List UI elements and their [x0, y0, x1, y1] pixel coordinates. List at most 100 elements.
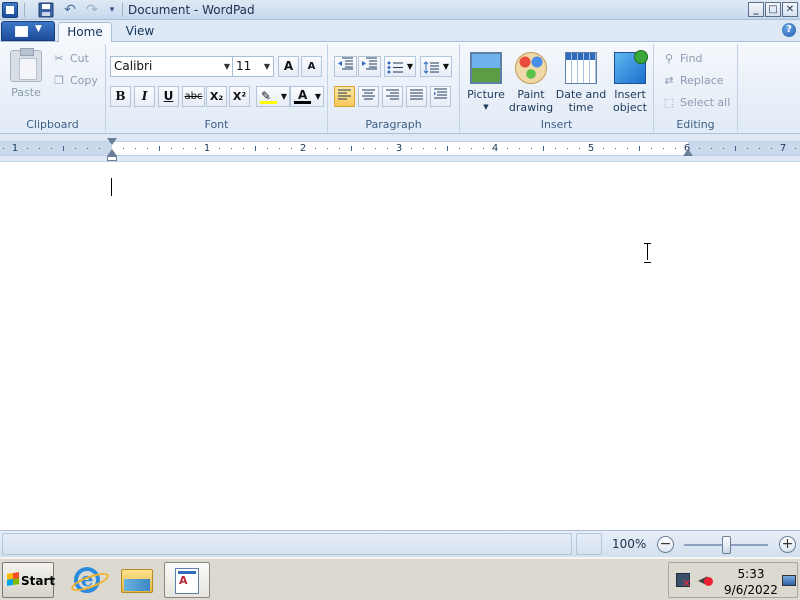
paint-drawing-label-2: drawing: [508, 101, 554, 114]
taskbar-file-explorer[interactable]: [114, 562, 160, 598]
subscript-button[interactable]: X₂: [206, 86, 227, 107]
ruler-tick: [135, 148, 136, 149]
bold-button[interactable]: B: [110, 86, 131, 107]
select-all-label: Select all: [680, 96, 731, 109]
line-spacing-button[interactable]: ▼: [420, 56, 452, 77]
hanging-indent-marker[interactable]: [107, 149, 117, 156]
line-spacing-icon: [423, 61, 439, 74]
title-separator: [122, 3, 123, 17]
zoom-slider-thumb[interactable]: [722, 536, 731, 554]
document-editing-area[interactable]: [0, 163, 800, 530]
tab-home[interactable]: Home: [58, 22, 112, 43]
grow-font-button[interactable]: A: [278, 56, 299, 77]
replace-button[interactable]: ⇄ Replace: [662, 74, 723, 87]
customize-quick-access-icon[interactable]: ▾: [104, 2, 120, 18]
insert-object-label-2: object: [613, 101, 647, 114]
chevron-down-icon: ▼: [406, 62, 413, 71]
strikethrough-button[interactable]: abc: [182, 86, 205, 107]
italic-button[interactable]: I: [134, 86, 155, 107]
ruler-tick: [327, 148, 328, 149]
start-button[interactable]: Start: [2, 562, 55, 598]
zoom-in-button[interactable]: +: [779, 536, 796, 553]
ruler-tick: [243, 148, 244, 149]
first-line-indent-marker[interactable]: [107, 138, 117, 145]
chevron-down-icon: ▼: [263, 62, 270, 71]
network-disconnected-icon[interactable]: [676, 573, 691, 590]
volume-muted-icon[interactable]: ◀: [698, 573, 713, 587]
show-desktop-icon[interactable]: [782, 575, 796, 586]
insert-object-button[interactable]: Insert object: [608, 50, 652, 114]
zoom-out-button[interactable]: −: [657, 536, 674, 553]
maximize-button[interactable]: □: [765, 2, 781, 17]
ruler-tick: [471, 148, 472, 149]
ruler-tick: [723, 148, 724, 149]
status-bar-small-pane: [576, 533, 602, 555]
increase-indent-icon: [362, 57, 377, 70]
tab-view[interactable]: View: [118, 22, 162, 42]
clock-date: 9/6/2022: [724, 583, 778, 597]
highlight-color-button[interactable]: ✎ ▼: [256, 86, 290, 107]
ruler-tick: [699, 148, 700, 149]
font-color-button[interactable]: A ▼: [290, 86, 324, 107]
ruler-tick: [363, 148, 364, 149]
decrease-indent-icon: [338, 57, 353, 70]
ruler-tick: [267, 148, 268, 149]
font-group: Calibri ▼ 11 ▼ A A B I U abc X₂ X² ✎ ▼ A…: [106, 44, 328, 132]
justify-button[interactable]: [406, 86, 427, 107]
justify-icon: [410, 89, 423, 100]
wordpad-app-icon[interactable]: [2, 2, 18, 18]
help-icon[interactable]: ?: [782, 23, 796, 37]
shrink-font-button[interactable]: A: [301, 56, 322, 77]
increase-indent-button[interactable]: [358, 56, 381, 77]
ruler-tick: [159, 146, 160, 151]
align-center-button[interactable]: [358, 86, 379, 107]
ruler-number: 5: [587, 143, 595, 154]
paint-drawing-button[interactable]: Paint drawing: [506, 52, 556, 114]
date-time-button[interactable]: Date and time: [554, 52, 608, 114]
insert-object-label-1: Insert: [614, 88, 646, 101]
cut-button[interactable]: ✂ Cut: [52, 52, 89, 65]
paragraph-icon: [434, 88, 447, 99]
align-left-button[interactable]: [334, 86, 355, 107]
right-indent-marker[interactable]: [683, 149, 693, 156]
ruler-strip: 1 1 2 3 4 5 6 7: [0, 141, 800, 156]
decrease-indent-button[interactable]: [334, 56, 357, 77]
clock[interactable]: 5:33 9/6/2022: [721, 566, 781, 598]
paragraph-dialog-button[interactable]: [430, 86, 451, 107]
close-button[interactable]: ✕: [782, 2, 798, 17]
ruler-number: 1: [11, 143, 19, 154]
align-right-button[interactable]: [382, 86, 403, 107]
ruler-tick: [651, 148, 652, 149]
system-tray: ◀ 5:33 9/6/2022: [668, 562, 798, 598]
ruler-tick: [639, 146, 640, 151]
zoom-level[interactable]: 100%: [612, 537, 646, 551]
font-size-dropdown[interactable]: 11 ▼: [232, 56, 274, 77]
ruler-tick: [747, 148, 748, 149]
chevron-down-icon: ▼: [314, 92, 321, 101]
font-color-swatch: [294, 101, 311, 104]
taskbar-wordpad[interactable]: [164, 562, 210, 598]
underline-button[interactable]: U: [158, 86, 179, 107]
bullet-list-button[interactable]: ▼: [384, 56, 416, 77]
select-all-button[interactable]: ⬚ Select all: [662, 96, 731, 109]
superscript-button[interactable]: X²: [229, 86, 250, 107]
paste-button[interactable]: Paste: [6, 48, 46, 99]
font-family-dropdown[interactable]: Calibri ▼: [110, 56, 234, 77]
left-indent-marker[interactable]: [107, 156, 117, 161]
ruler[interactable]: 1 1 2 3 4 5 6 7: [0, 134, 800, 162]
minimize-button[interactable]: _: [748, 2, 764, 17]
undo-icon[interactable]: ↶: [62, 2, 78, 18]
redo-icon[interactable]: ↷: [84, 2, 100, 18]
ruler-tick: [39, 148, 40, 149]
ruler-tick: [579, 148, 580, 149]
taskbar-internet-explorer[interactable]: e: [64, 562, 110, 598]
wordpad-icon: [175, 568, 199, 594]
application-menu-button[interactable]: ▼: [1, 21, 55, 41]
ruler-tick: [447, 146, 448, 151]
save-icon[interactable]: [38, 2, 54, 18]
insert-picture-button[interactable]: Picture ▼: [466, 52, 506, 114]
copy-button[interactable]: ❐ Copy: [52, 74, 98, 87]
chevron-down-icon: ▼: [280, 92, 287, 101]
clock-time: 5:33: [737, 567, 765, 581]
find-button[interactable]: ⚲ Find: [662, 52, 703, 65]
